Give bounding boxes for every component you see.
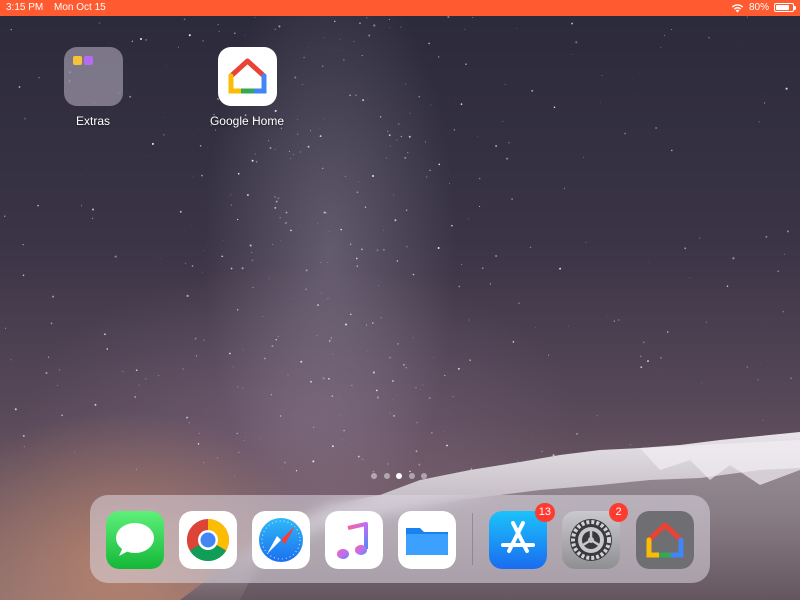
dock-app-google-home[interactable] [636, 511, 694, 569]
dock-divider [472, 513, 473, 565]
dock-app-settings[interactable]: 2 [562, 503, 628, 569]
dock-app-files[interactable] [398, 511, 456, 569]
google-home-icon [217, 47, 277, 106]
folder-mini-app-purple-icon [83, 56, 93, 65]
dock-app-safari[interactable] [252, 511, 310, 569]
page-dot[interactable] [408, 473, 415, 479]
google-home-icon [636, 511, 694, 569]
extras-folder-icon [63, 47, 123, 106]
dock-app-messages[interactable] [106, 511, 164, 569]
page-indicator[interactable] [371, 473, 434, 479]
app-extras-folder[interactable]: Extras [48, 47, 138, 128]
app-label: Google Home [209, 114, 285, 128]
status-bar: 3:15 PM Mon Oct 15 80% [0, 0, 800, 16]
status-date: Mon Oct 15 [54, 2, 106, 13]
page-dot[interactable] [371, 473, 377, 479]
dock-app-chrome[interactable] [179, 511, 237, 569]
settings-badge: 2 [609, 503, 628, 522]
battery-fill [776, 5, 789, 10]
music-icon [325, 511, 383, 569]
messages-icon [106, 511, 164, 569]
chrome-icon [179, 511, 237, 569]
files-icon [398, 511, 456, 569]
dock-app-music[interactable] [325, 511, 383, 569]
app-label: Extras [75, 114, 110, 128]
page-dot[interactable] [383, 473, 390, 479]
battery-percent: 80% [748, 2, 769, 13]
dock-app-app-store[interactable]: 13 [489, 503, 555, 569]
page-dot[interactable] [396, 473, 402, 479]
app-store-badge: 13 [534, 503, 555, 522]
status-time: 3:15 PM [6, 2, 44, 13]
safari-icon [252, 511, 310, 569]
app-google-home[interactable]: Google Home [202, 47, 292, 128]
dock: 13 2 [90, 495, 710, 583]
wifi-icon [731, 3, 744, 12]
folder-mini-app-yellow-icon [72, 56, 82, 65]
page-dot[interactable] [421, 473, 427, 479]
battery-icon [774, 3, 796, 12]
